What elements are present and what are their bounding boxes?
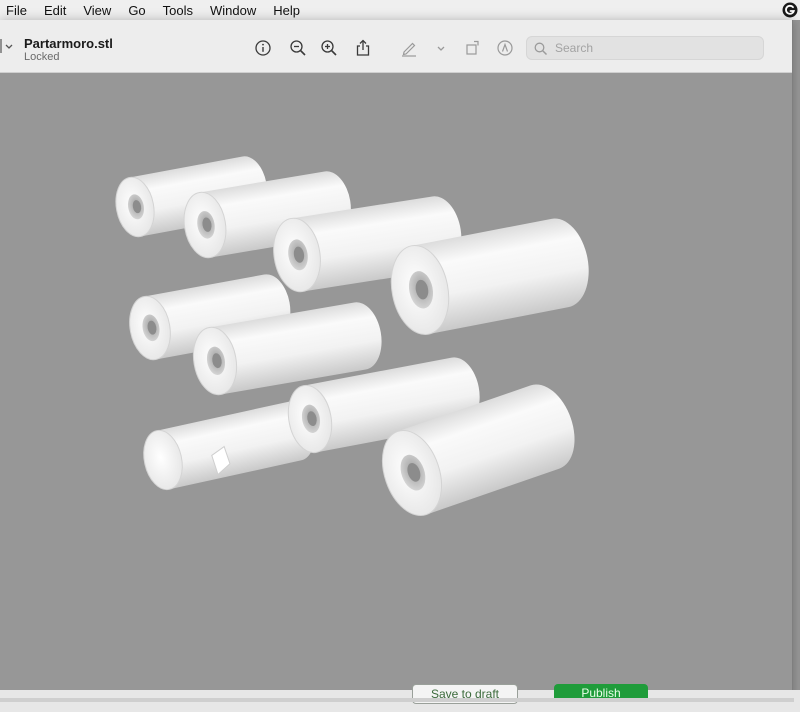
menu-tools[interactable]: Tools: [159, 3, 204, 18]
menu-window[interactable]: Window: [206, 3, 267, 18]
3d-model-viewport[interactable]: [0, 73, 792, 697]
menu-go[interactable]: Go: [124, 3, 156, 18]
annotate-icon: [497, 40, 513, 56]
zoom-in-button[interactable]: [318, 37, 340, 59]
menu-help[interactable]: Help: [269, 3, 311, 18]
share-button[interactable]: [352, 37, 374, 59]
rotate-icon: [466, 40, 479, 55]
search-icon: [534, 42, 548, 56]
window-bottom-edge: [0, 698, 794, 702]
menu-bar: File Edit View Go Tools Window Help: [0, 0, 800, 20]
info-button[interactable]: [252, 37, 274, 59]
preview-window: Partarmoro.stl Locked: [0, 20, 793, 700]
zoom-out-button[interactable]: [287, 37, 309, 59]
markup-pen-icon: [402, 42, 416, 57]
markup-button[interactable]: [398, 37, 420, 59]
menu-view[interactable]: View: [79, 3, 122, 18]
menu-file[interactable]: File: [2, 3, 38, 18]
share-icon: [356, 39, 370, 56]
zoom-in-icon: [321, 40, 337, 56]
menu-edit[interactable]: Edit: [40, 3, 77, 18]
stl-model-render: [115, 156, 589, 517]
rotate-button[interactable]: [462, 37, 484, 59]
markup-options-button[interactable]: [430, 37, 452, 59]
document-title: Partarmoro.stl: [24, 36, 113, 51]
app-status-icon[interactable]: [782, 2, 798, 18]
document-status: Locked: [24, 51, 60, 63]
search-input[interactable]: [555, 40, 755, 56]
zoom-out-icon: [290, 40, 306, 56]
toolbar: Partarmoro.stl Locked: [0, 20, 792, 73]
annotate-button[interactable]: [494, 37, 516, 59]
sidebar-toggle-icon[interactable]: [0, 36, 16, 56]
search-field[interactable]: [526, 36, 764, 60]
info-icon: [255, 40, 271, 56]
chevron-down-icon: [437, 46, 445, 51]
